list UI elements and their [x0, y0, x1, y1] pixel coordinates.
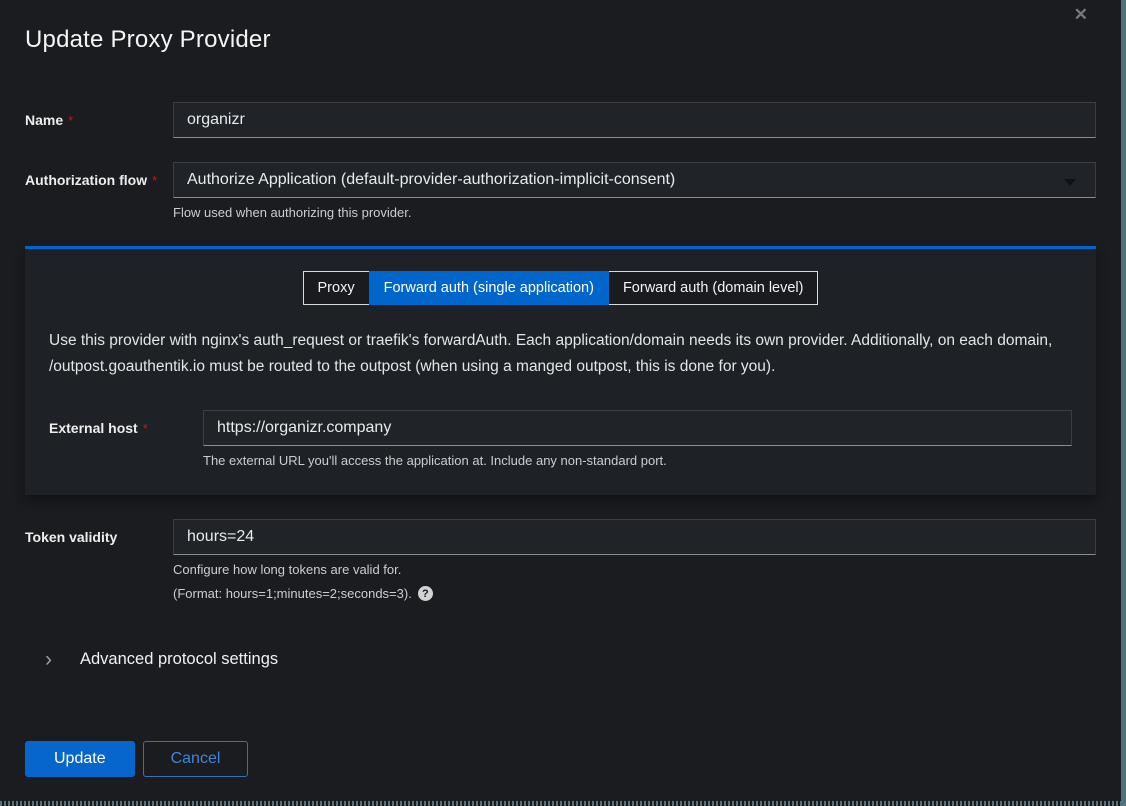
close-icon[interactable]: ✕: [1074, 6, 1088, 23]
update-proxy-provider-modal: Update Proxy Provider ✕ Name * Authorizat…: [0, 0, 1126, 806]
authorization-flow-label: Authorization flow: [25, 172, 147, 188]
modal-header: Update Proxy Provider ✕: [25, 0, 1096, 54]
update-button[interactable]: Update: [25, 741, 135, 777]
chevron-down-icon: [1064, 179, 1076, 186]
name-label: Name: [25, 112, 63, 128]
required-marker: *: [152, 173, 157, 188]
chevron-right-icon: ›: [45, 652, 52, 668]
question-circle-icon[interactable]: ?: [418, 586, 433, 601]
required-marker: *: [143, 421, 148, 436]
authorization-flow-select[interactable]: Authorize Application (default-provider-…: [173, 162, 1096, 198]
proxy-mode-card: Proxy Forward auth (single application) …: [25, 246, 1096, 495]
page-title: Update Proxy Provider: [25, 26, 1096, 54]
name-field[interactable]: [173, 102, 1096, 138]
tab-forward-auth-single-application[interactable]: Forward auth (single application): [369, 271, 609, 305]
advanced-protocol-settings-toggle[interactable]: › Advanced protocol settings: [45, 650, 1096, 669]
token-validity-format-help: (Format: hours=1;minutes=2;seconds=3).: [173, 586, 412, 601]
authorization-flow-row: Authorization flow * Authorize Applicatio…: [25, 162, 1096, 220]
advanced-protocol-settings-label: Advanced protocol settings: [80, 650, 278, 669]
tab-proxy[interactable]: Proxy: [303, 271, 370, 305]
required-marker: *: [68, 113, 73, 128]
external-host-field[interactable]: [203, 410, 1072, 446]
external-host-label: External host: [49, 420, 138, 436]
window-bottom-border: [0, 801, 1121, 806]
proxy-mode-toggle-group: Proxy Forward auth (single application) …: [49, 271, 1072, 305]
token-validity-label: Token validity: [25, 529, 117, 545]
token-validity-help: Configure how long tokens are valid for.: [173, 562, 1096, 577]
external-host-help: The external URL you'll access the appli…: [203, 453, 1072, 468]
authorization-flow-help: Flow used when authorizing this provider…: [173, 205, 1096, 220]
provider-form: Name * Authorization flow * Authorize Appl…: [25, 102, 1096, 777]
cancel-button[interactable]: Cancel: [143, 741, 249, 777]
modal-actions: Update Cancel: [25, 741, 1096, 777]
forward-auth-description: Use this provider with nginx's auth_requ…: [49, 328, 1072, 380]
authorization-flow-selected-value: Authorize Application (default-provider-…: [187, 171, 675, 189]
tab-forward-auth-domain-level[interactable]: Forward auth (domain level): [608, 271, 819, 305]
token-validity-row: Token validity Configure how long tokens…: [25, 519, 1096, 601]
external-host-row: External host * The external URL you'll a…: [49, 410, 1072, 468]
token-validity-field[interactable]: [173, 519, 1096, 555]
name-row: Name *: [25, 102, 1096, 138]
